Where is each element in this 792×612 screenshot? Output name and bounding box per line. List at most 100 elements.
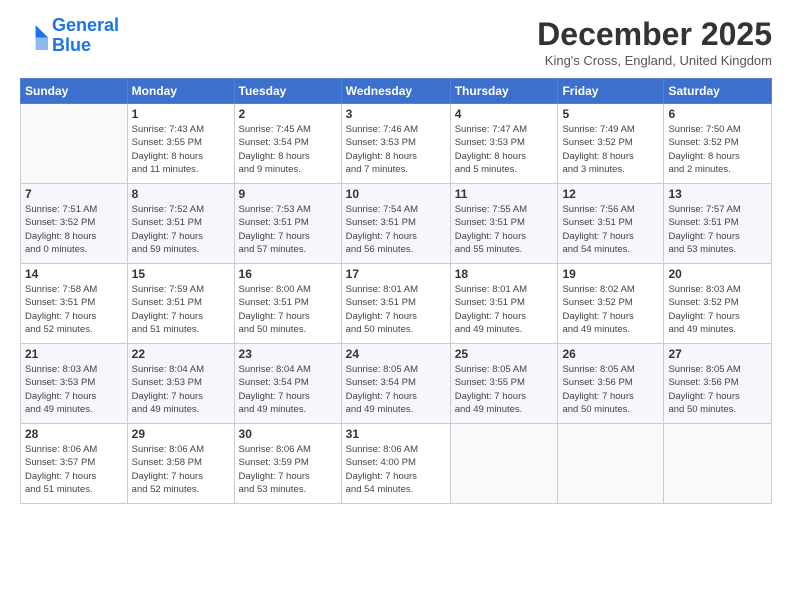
calendar-cell: 21 Sunrise: 8:03 AM Sunset: 3:53 PM Dayli… (21, 344, 128, 424)
day-number: 14 (25, 267, 123, 281)
day-info: Sunrise: 7:57 AM Sunset: 3:51 PM Dayligh… (668, 203, 767, 256)
logo: General Blue (20, 16, 119, 56)
day-number: 20 (668, 267, 767, 281)
calendar-cell: 22 Sunrise: 8:04 AM Sunset: 3:53 PM Dayli… (127, 344, 234, 424)
weekday-header-sunday: Sunday (21, 79, 128, 104)
logo-text: General Blue (52, 16, 119, 56)
title-block: December 2025 King's Cross, England, Uni… (537, 16, 772, 68)
day-info: Sunrise: 8:02 AM Sunset: 3:52 PM Dayligh… (562, 283, 659, 336)
day-number: 25 (455, 347, 554, 361)
logo-icon (20, 22, 48, 50)
calendar-cell: 2 Sunrise: 7:45 AM Sunset: 3:54 PM Daylig… (234, 104, 341, 184)
calendar-cell (558, 424, 664, 504)
day-info: Sunrise: 8:06 AM Sunset: 3:59 PM Dayligh… (239, 443, 337, 496)
day-info: Sunrise: 7:52 AM Sunset: 3:51 PM Dayligh… (132, 203, 230, 256)
day-info: Sunrise: 8:06 AM Sunset: 4:00 PM Dayligh… (346, 443, 446, 496)
calendar-cell: 25 Sunrise: 8:05 AM Sunset: 3:55 PM Dayli… (450, 344, 558, 424)
calendar-cell (450, 424, 558, 504)
day-number: 6 (668, 107, 767, 121)
day-info: Sunrise: 8:05 AM Sunset: 3:54 PM Dayligh… (346, 363, 446, 416)
calendar-week-0: 1 Sunrise: 7:43 AM Sunset: 3:55 PM Daylig… (21, 104, 772, 184)
calendar-cell: 6 Sunrise: 7:50 AM Sunset: 3:52 PM Daylig… (664, 104, 772, 184)
day-number: 1 (132, 107, 230, 121)
day-info: Sunrise: 7:46 AM Sunset: 3:53 PM Dayligh… (346, 123, 446, 176)
day-info: Sunrise: 8:05 AM Sunset: 3:55 PM Dayligh… (455, 363, 554, 416)
calendar-cell: 15Sunrise: 7:59 AM Sunset: 3:51 PM Dayli… (127, 264, 234, 344)
day-info: Sunrise: 7:58 AM Sunset: 3:51 PM Dayligh… (25, 283, 123, 336)
day-info: Sunrise: 7:43 AM Sunset: 3:55 PM Dayligh… (132, 123, 230, 176)
day-number: 21 (25, 347, 123, 361)
day-number: 8 (132, 187, 230, 201)
day-number: 5 (562, 107, 659, 121)
header: General Blue December 2025 King's Cross,… (20, 16, 772, 68)
calendar-cell: 28Sunrise: 8:06 AM Sunset: 3:57 PM Dayli… (21, 424, 128, 504)
calendar-cell: 10Sunrise: 7:54 AM Sunset: 3:51 PM Dayli… (341, 184, 450, 264)
day-number: 26 (562, 347, 659, 361)
day-number: 2 (239, 107, 337, 121)
day-info: Sunrise: 8:01 AM Sunset: 3:51 PM Dayligh… (455, 283, 554, 336)
day-info: Sunrise: 7:55 AM Sunset: 3:51 PM Dayligh… (455, 203, 554, 256)
calendar-cell: 17 Sunrise: 8:01 AM Sunset: 3:51 PM Dayli… (341, 264, 450, 344)
day-info: Sunrise: 8:03 AM Sunset: 3:53 PM Dayligh… (25, 363, 123, 416)
day-info: Sunrise: 8:05 AM Sunset: 3:56 PM Dayligh… (562, 363, 659, 416)
calendar-cell: 26 Sunrise: 8:05 AM Sunset: 3:56 PM Dayli… (558, 344, 664, 424)
calendar-cell: 27Sunrise: 8:05 AM Sunset: 3:56 PM Dayli… (664, 344, 772, 424)
calendar-cell: 19 Sunrise: 8:02 AM Sunset: 3:52 PM Dayli… (558, 264, 664, 344)
day-info: Sunrise: 7:56 AM Sunset: 3:51 PM Dayligh… (562, 203, 659, 256)
day-number: 7 (25, 187, 123, 201)
day-number: 23 (239, 347, 337, 361)
calendar-week-3: 21 Sunrise: 8:03 AM Sunset: 3:53 PM Dayli… (21, 344, 772, 424)
calendar-cell: 4 Sunrise: 7:47 AM Sunset: 3:53 PM Daylig… (450, 104, 558, 184)
logo-line1: General (52, 15, 119, 35)
day-info: Sunrise: 7:51 AM Sunset: 3:52 PM Dayligh… (25, 203, 123, 256)
calendar-cell: 14 Sunrise: 7:58 AM Sunset: 3:51 PM Dayli… (21, 264, 128, 344)
weekday-header-wednesday: Wednesday (341, 79, 450, 104)
logo-line2: Blue (52, 35, 91, 55)
calendar-cell: 23Sunrise: 8:04 AM Sunset: 3:54 PM Dayli… (234, 344, 341, 424)
day-info: Sunrise: 8:00 AM Sunset: 3:51 PM Dayligh… (239, 283, 337, 336)
calendar-body: 1 Sunrise: 7:43 AM Sunset: 3:55 PM Daylig… (21, 104, 772, 504)
day-info: Sunrise: 8:03 AM Sunset: 3:52 PM Dayligh… (668, 283, 767, 336)
calendar-cell: 9Sunrise: 7:53 AM Sunset: 3:51 PM Daylig… (234, 184, 341, 264)
calendar-week-4: 28Sunrise: 8:06 AM Sunset: 3:57 PM Dayli… (21, 424, 772, 504)
day-info: Sunrise: 7:47 AM Sunset: 3:53 PM Dayligh… (455, 123, 554, 176)
day-info: Sunrise: 8:04 AM Sunset: 3:53 PM Dayligh… (132, 363, 230, 416)
day-info: Sunrise: 7:50 AM Sunset: 3:52 PM Dayligh… (668, 123, 767, 176)
day-number: 10 (346, 187, 446, 201)
day-number: 17 (346, 267, 446, 281)
day-number: 16 (239, 267, 337, 281)
day-number: 29 (132, 427, 230, 441)
calendar-cell: 1 Sunrise: 7:43 AM Sunset: 3:55 PM Daylig… (127, 104, 234, 184)
calendar-cell: 16 Sunrise: 8:00 AM Sunset: 3:51 PM Dayli… (234, 264, 341, 344)
day-number: 11 (455, 187, 554, 201)
calendar-cell: 20 Sunrise: 8:03 AM Sunset: 3:52 PM Dayli… (664, 264, 772, 344)
calendar-cell (664, 424, 772, 504)
day-info: Sunrise: 8:06 AM Sunset: 3:58 PM Dayligh… (132, 443, 230, 496)
calendar-cell: 11 Sunrise: 7:55 AM Sunset: 3:51 PM Dayli… (450, 184, 558, 264)
day-info: Sunrise: 8:01 AM Sunset: 3:51 PM Dayligh… (346, 283, 446, 336)
calendar-table: SundayMondayTuesdayWednesdayThursdayFrid… (20, 78, 772, 504)
calendar-cell: 5Sunrise: 7:49 AM Sunset: 3:52 PM Daylig… (558, 104, 664, 184)
calendar-week-1: 7 Sunrise: 7:51 AM Sunset: 3:52 PM Daylig… (21, 184, 772, 264)
calendar-cell: 18 Sunrise: 8:01 AM Sunset: 3:51 PM Dayli… (450, 264, 558, 344)
day-number: 31 (346, 427, 446, 441)
location: King's Cross, England, United Kingdom (537, 53, 772, 68)
day-number: 13 (668, 187, 767, 201)
day-number: 18 (455, 267, 554, 281)
day-number: 22 (132, 347, 230, 361)
weekday-header-thursday: Thursday (450, 79, 558, 104)
calendar-cell: 3 Sunrise: 7:46 AM Sunset: 3:53 PM Daylig… (341, 104, 450, 184)
day-info: Sunrise: 7:45 AM Sunset: 3:54 PM Dayligh… (239, 123, 337, 176)
day-number: 3 (346, 107, 446, 121)
weekday-header-friday: Friday (558, 79, 664, 104)
day-number: 19 (562, 267, 659, 281)
day-number: 30 (239, 427, 337, 441)
page: General Blue December 2025 King's Cross,… (0, 0, 792, 612)
calendar-week-2: 14 Sunrise: 7:58 AM Sunset: 3:51 PM Dayli… (21, 264, 772, 344)
calendar-cell (21, 104, 128, 184)
day-number: 15 (132, 267, 230, 281)
day-number: 4 (455, 107, 554, 121)
calendar-cell: 24Sunrise: 8:05 AM Sunset: 3:54 PM Dayli… (341, 344, 450, 424)
day-number: 12 (562, 187, 659, 201)
calendar-cell: 7 Sunrise: 7:51 AM Sunset: 3:52 PM Daylig… (21, 184, 128, 264)
